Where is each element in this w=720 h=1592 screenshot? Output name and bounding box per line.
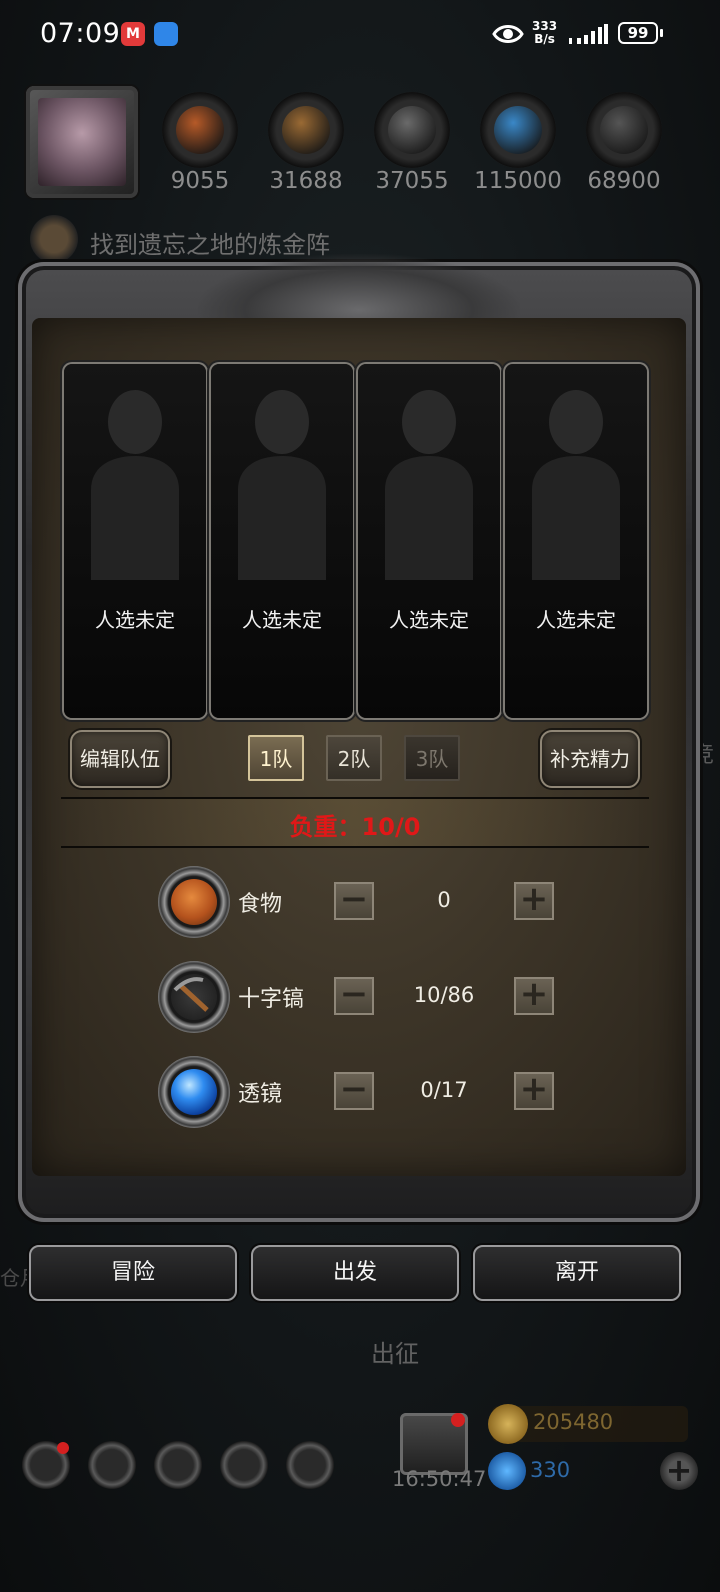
leave-button[interactable]: 离开	[473, 1245, 681, 1301]
tab-team-2[interactable]: 2队	[326, 735, 382, 781]
supply-row-lens: 透镜 − 0/17 +	[158, 1056, 558, 1128]
silhouette-icon	[91, 390, 179, 580]
gift-timer: 16:50:47	[392, 1467, 487, 1491]
resource-food-value: 9055	[170, 168, 230, 194]
resource-image	[494, 106, 542, 154]
restore-stamina-button[interactable]: 补充精力	[540, 730, 640, 788]
increase-button[interactable]: +	[514, 977, 554, 1015]
team-slot-2[interactable]: 人选未定	[211, 364, 353, 718]
resource-food-icon[interactable]	[162, 92, 238, 168]
tab-team-1[interactable]: 1队	[248, 735, 304, 781]
pickaxe-glyph	[173, 977, 209, 1012]
silhouette-icon	[385, 390, 473, 580]
supply-name: 十字镐	[238, 987, 305, 1012]
resource-crystal-value: 115000	[474, 168, 562, 194]
decrease-button[interactable]: −	[334, 882, 374, 920]
increase-button[interactable]: +	[514, 882, 554, 920]
weather-app-icon	[154, 22, 178, 46]
notification-dot	[451, 1413, 465, 1427]
resource-image	[176, 106, 224, 154]
gold-coin-icon	[488, 1404, 528, 1444]
supply-value: 0/17	[420, 1078, 468, 1102]
resource-stone-value: 68900	[587, 168, 661, 194]
mail-icon[interactable]	[220, 1441, 268, 1489]
slot-label: 人选未定	[536, 608, 616, 632]
adventure-button[interactable]: 冒险	[29, 1245, 237, 1301]
add-currency-button[interactable]: +	[660, 1452, 698, 1490]
decrease-button[interactable]: −	[334, 1072, 374, 1110]
supply-value: 0	[437, 888, 451, 912]
increase-button[interactable]: +	[514, 1072, 554, 1110]
hero-icon[interactable]	[88, 1441, 136, 1489]
load-bar: 负重：10/0	[61, 799, 649, 846]
resource-wood-value: 31688	[269, 168, 343, 194]
team-slot-1[interactable]: 人选未定	[64, 364, 206, 718]
load-text: 负重：10/0	[289, 813, 421, 841]
resource-iron-value: 37055	[375, 168, 449, 194]
eye-icon	[492, 25, 524, 43]
avatar-image	[38, 98, 126, 186]
player-avatar[interactable]	[26, 86, 138, 198]
silhouette-icon	[238, 390, 326, 580]
resource-image	[388, 106, 436, 154]
pickaxe-icon	[158, 961, 230, 1033]
edit-team-button[interactable]: 编辑队伍	[70, 730, 170, 788]
supply-name: 食物	[238, 892, 283, 917]
gem-icon	[488, 1452, 526, 1490]
building-icon[interactable]	[154, 1441, 202, 1489]
supply-value: 10/86	[413, 983, 475, 1007]
bank-app-icon: M	[121, 22, 145, 46]
supply-name: 透镜	[238, 1082, 283, 1107]
team-slot-3[interactable]: 人选未定	[358, 364, 500, 718]
battery-indicator: 99	[618, 22, 658, 44]
supply-row-pickaxe: 十字镐 − 10/86 +	[158, 961, 558, 1033]
lens-icon	[158, 1056, 230, 1128]
network-speed: 333 B/s	[532, 20, 557, 46]
notification-dot	[57, 1442, 69, 1454]
expedition-label: 出征	[371, 1340, 419, 1368]
resource-image	[600, 106, 648, 154]
slot-label: 人选未定	[242, 608, 322, 632]
gold-value: 205480	[533, 1410, 614, 1434]
decrease-button[interactable]: −	[334, 977, 374, 1015]
slot-label: 人选未定	[95, 608, 175, 632]
scroll-icon	[30, 215, 78, 263]
signal-icon	[569, 24, 608, 44]
team-slot-4[interactable]: 人选未定	[505, 364, 647, 718]
guild-icon[interactable]	[286, 1441, 334, 1489]
depart-button[interactable]: 出发	[251, 1245, 459, 1301]
slot-label: 人选未定	[389, 608, 469, 632]
supply-row-food: 食物 − 0 +	[158, 866, 558, 938]
expedition-panel: 人选未定 人选未定 人选未定 人选未定 编辑队伍 1队 2队 3队 补充精力 负…	[18, 254, 700, 1222]
battery-tip	[660, 29, 663, 37]
food-icon	[158, 866, 230, 938]
net-speed-unit: B/s	[534, 32, 555, 46]
resource-image	[282, 106, 330, 154]
resource-iron-icon[interactable]	[374, 92, 450, 168]
tab-team-3[interactable]: 3队	[404, 735, 460, 781]
divider	[61, 846, 649, 848]
resource-crystal-icon[interactable]	[480, 92, 556, 168]
resource-stone-icon[interactable]	[586, 92, 662, 168]
resource-wood-icon[interactable]	[268, 92, 344, 168]
clock: 07:09	[40, 18, 121, 49]
silhouette-icon	[532, 390, 620, 580]
status-bar: 07:09 M 333 B/s 99	[0, 0, 720, 72]
gem-value: 330	[530, 1458, 571, 1482]
